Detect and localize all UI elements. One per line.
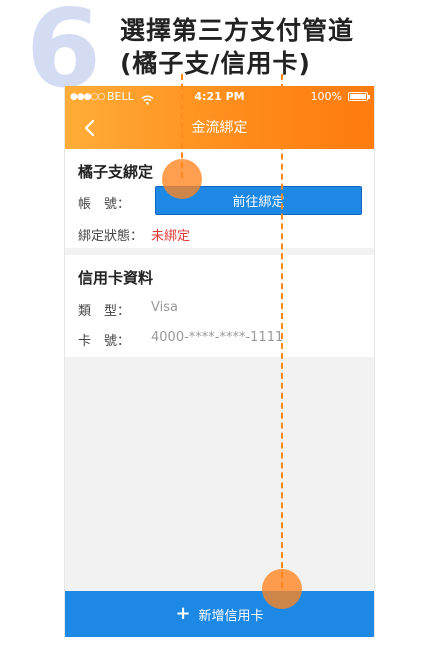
step-title-line1: 選擇第三方支付管道: [120, 16, 355, 45]
bind-status-label: 綁定狀態：: [78, 229, 144, 244]
card-type-label: 類 型：: [78, 304, 131, 319]
guide-dot-orange-pay: [162, 159, 202, 199]
battery-percent: 100%: [310, 90, 342, 103]
credit-card-section: 信用卡資料 類 型： Visa 卡 號： 4000-****-****-1111: [65, 255, 374, 357]
bind-status-value: 未綁定: [151, 229, 191, 244]
card-type-value: Visa: [151, 300, 178, 315]
add-credit-card-label: 新增信用卡: [198, 608, 264, 624]
navigation-bar: 金流綁定: [65, 108, 374, 149]
card-number-label: 卡 號：: [78, 334, 131, 349]
phone-screen: ●●●○○ BELL 4:21 PM 100% 金流綁定 橘子支綁定 帳 號： …: [64, 86, 375, 637]
step-title-line2: (橘子支/信用卡): [120, 49, 311, 78]
add-credit-card-button[interactable]: + 新增信用卡: [65, 591, 374, 637]
page-title: 金流綁定: [191, 120, 248, 136]
guide-line-credit-card: [281, 74, 283, 588]
credit-card-title: 信用卡資料: [78, 269, 154, 287]
plus-icon: +: [175, 603, 191, 624]
step-title: 選擇第三方支付管道 (橘子支/信用卡): [120, 14, 354, 80]
orange-pay-title: 橘子支綁定: [78, 163, 154, 181]
battery-icon: [348, 92, 370, 101]
account-label: 帳 號：: [78, 197, 131, 212]
app-header: ●●●○○ BELL 4:21 PM 100% 金流綁定: [65, 86, 374, 149]
status-bar: ●●●○○ BELL 4:21 PM 100%: [65, 86, 374, 108]
orange-pay-section: 橘子支綁定 帳 號： 前往綁定 綁定狀態： 未綁定: [65, 149, 374, 248]
card-number-value: 4000-****-****-1111: [151, 330, 284, 345]
guide-dot-credit-card: [262, 569, 302, 609]
